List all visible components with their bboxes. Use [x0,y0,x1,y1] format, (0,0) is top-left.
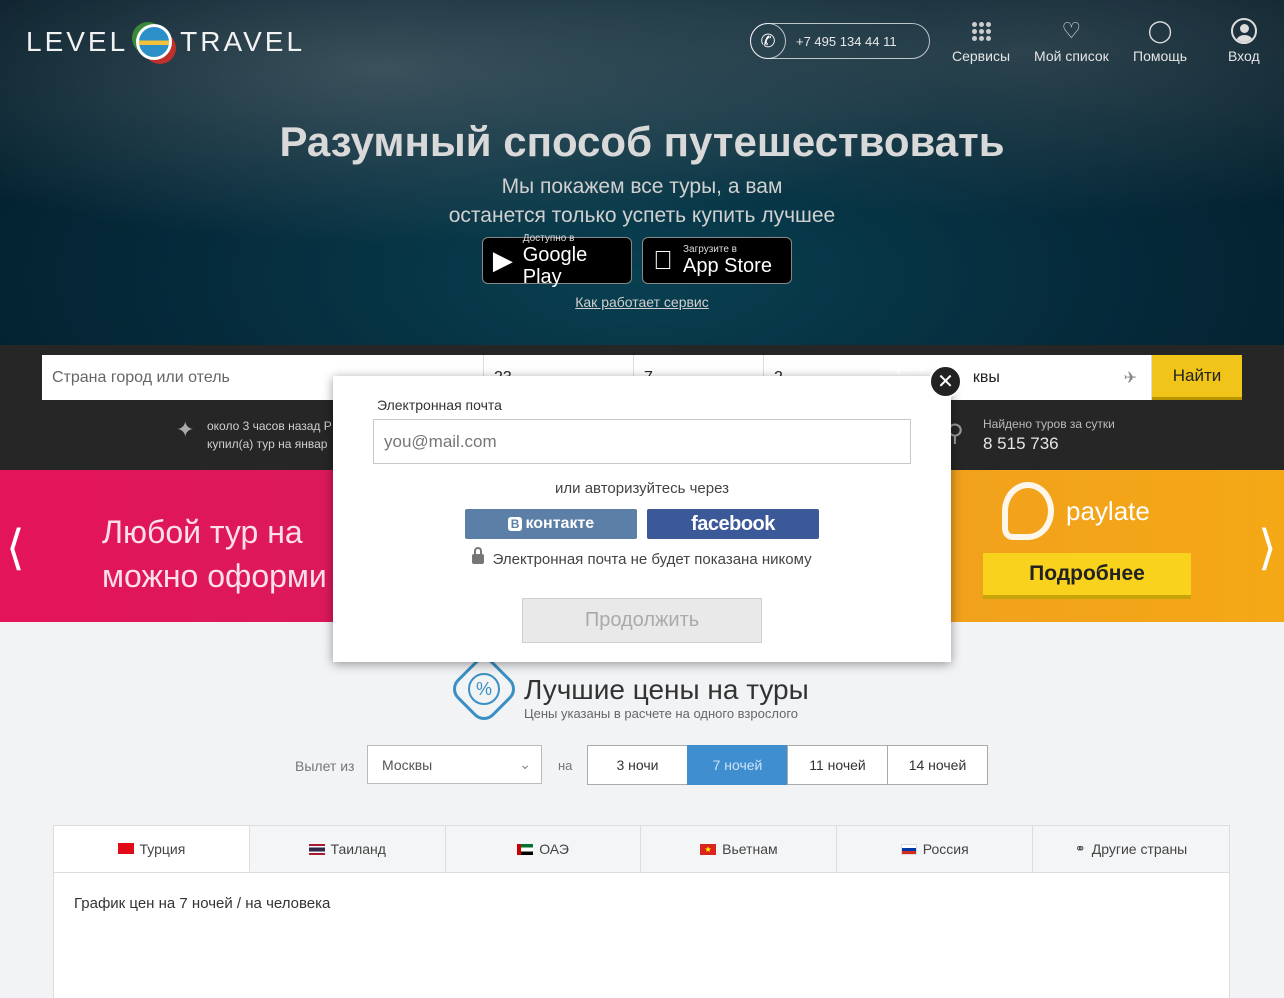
continue-button[interactable]: Продолжить [522,598,762,643]
email-field[interactable] [373,419,911,464]
email-label: Электронная почта [377,397,502,413]
close-icon[interactable]: ✕ [929,365,962,398]
vk-icon: В [507,517,523,531]
continue-button-label: Продолжить [584,609,700,631]
or-auth-label: или авторизуйтесь через [555,480,729,497]
close-label: закрыть [880,362,926,374]
facebook-login-label: facebook [691,512,775,535]
login-modal: Электронная почта или авторизуйтесь чере… [333,376,951,662]
privacy-text: Электронная почта не будет показана нико… [492,551,812,568]
vk-login-button[interactable]: В контакте [465,509,637,539]
privacy-note: Электронная почта не будет показана нико… [333,547,951,568]
lock-icon [472,547,485,564]
facebook-login-button[interactable]: facebook [647,509,819,539]
vk-login-label: контакте [525,515,595,532]
